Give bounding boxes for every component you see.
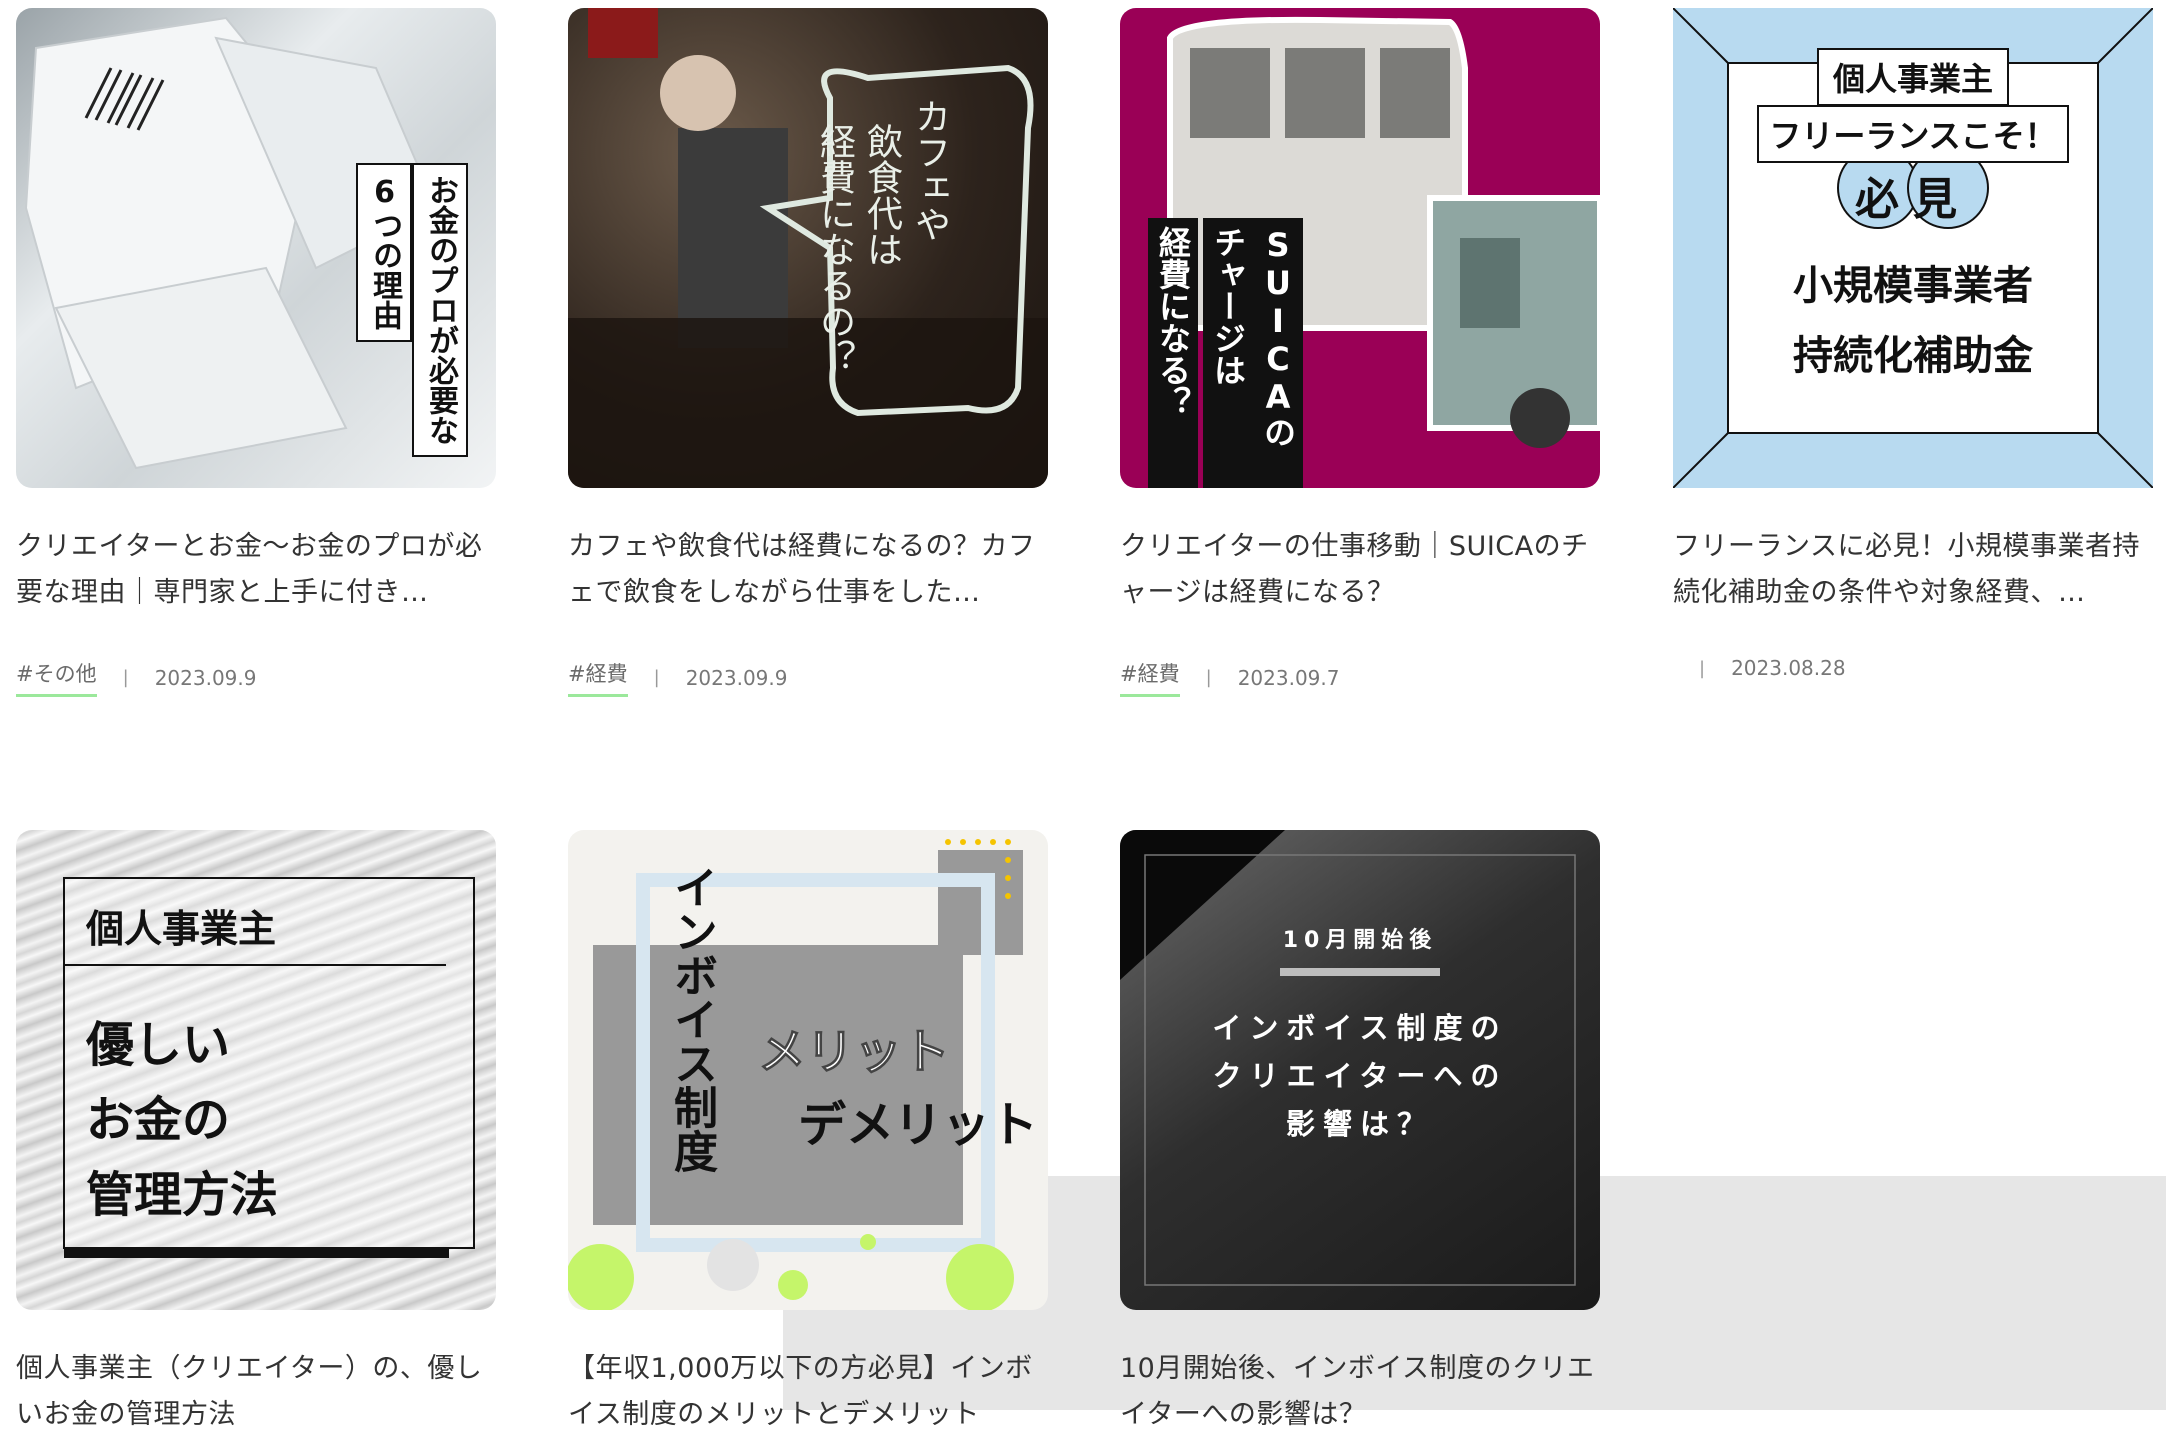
article-title[interactable]: フリーランスに必見！小規模事業者持続化補助金の条件や対象経費、…	[1673, 524, 2153, 616]
thumb-text: 持続化補助金	[1793, 333, 2033, 379]
post-date: 2023.09.9	[154, 665, 257, 690]
thumb-text: SUICAの	[1253, 218, 1303, 488]
thumb-text: 個人事業主	[86, 907, 277, 951]
article-card[interactable]: インボイス制度 メリット デメリット 【年収1,000万以下の方必見】インボイス…	[568, 830, 1048, 1438]
thumb-text: 小規模事業者	[1793, 263, 2033, 309]
tag-link[interactable]: #その他	[16, 658, 97, 697]
post-date: 2023.09.9	[685, 665, 788, 690]
thumb-text: 管理方法	[86, 1167, 279, 1223]
tag-link[interactable]: #経費	[568, 658, 628, 697]
thumb-text: クリエイターへの	[1212, 1059, 1508, 1093]
article-title[interactable]: クリエイターとお金〜お金のプロが必要な理由｜専門家と上手に付き…	[16, 524, 496, 616]
article-title[interactable]: 個人事業主（クリエイター）の、優しいお金の管理方法	[16, 1346, 496, 1438]
article-title[interactable]: 【年収1,000万以下の方必見】インボイス制度のメリットとデメリット	[568, 1346, 1048, 1438]
thumb-text: 経費になるの？	[814, 123, 855, 375]
article-thumbnail[interactable]: インボイス制度 メリット デメリット	[568, 830, 1048, 1310]
thumb-text: 10月開始後	[1282, 928, 1438, 953]
separator: |	[653, 667, 660, 688]
article-card[interactable]: SUICAの チャージは 経費になる？ クリエイターの仕事移動｜SUICAのチャ…	[1120, 8, 1600, 697]
thumb-text: お金の	[86, 1092, 231, 1148]
thumb-badge: 必見	[1855, 174, 1971, 225]
thumb-text: カフェや	[909, 98, 950, 242]
thumb-text: 飲食代は	[861, 123, 902, 267]
article-title[interactable]: クリエイターの仕事移動｜SUICAのチャージは経費になる？	[1120, 524, 1600, 616]
separator: |	[1205, 667, 1212, 688]
thumb-text: 優しい	[86, 1017, 231, 1073]
article-thumbnail[interactable]: SUICAの チャージは 経費になる？	[1120, 8, 1600, 488]
article-card[interactable]: 10月開始後 インボイス制度の クリエイターへの 影響は？ 10月開始後、インボ…	[1120, 830, 1600, 1438]
post-date: 2023.09.7	[1237, 665, 1340, 690]
thumb-text: 個人事業主	[1816, 48, 2009, 106]
article-card[interactable]: お金のプロが必要な 6つの理由 クリエイターとお金〜お金のプロが必要な理由｜専門…	[16, 8, 496, 697]
article-title[interactable]: カフェや飲食代は経費になるの？カフェで飲食をしながら仕事をした…	[568, 524, 1048, 616]
thumb-text: 6つの理由	[356, 163, 412, 342]
thumb-text: フリーランスこそ！	[1757, 105, 2069, 163]
separator: |	[122, 667, 129, 688]
thumb-text: 経費になる？	[1148, 218, 1198, 488]
article-card[interactable]: カフェや 飲食代は 経費になるの？ カフェや飲食代は経費になるの？カフェで飲食を…	[568, 8, 1048, 697]
thumb-text: お金のプロが必要な	[412, 163, 468, 457]
thumb-text: 影響は？	[1285, 1107, 1434, 1141]
article-thumbnail[interactable]: 10月開始後 インボイス制度の クリエイターへの 影響は？	[1120, 830, 1600, 1310]
thumb-text: メリット	[757, 1024, 951, 1081]
article-thumbnail[interactable]: カフェや 飲食代は 経費になるの？	[568, 8, 1048, 488]
thumb-text: デメリット	[798, 1097, 1039, 1153]
article-card[interactable]: 個人事業主 優しい お金の 管理方法 個人事業主（クリエイター）の、優しいお金の…	[16, 830, 496, 1438]
tag-link[interactable]: #経費	[1120, 658, 1180, 697]
post-date: 2023.08.28	[1731, 656, 1846, 680]
article-card[interactable]: 個人事業主 フリーランスこそ！ 必見 小規模事業者 持続化補助金 フリーランスに…	[1673, 8, 2153, 680]
thumb-text: インボイス制度の	[1212, 1011, 1508, 1045]
article-thumbnail[interactable]: 個人事業主 フリーランスこそ！ 必見 小規模事業者 持続化補助金	[1673, 8, 2153, 488]
article-title[interactable]: 10月開始後、インボイス制度のクリエイターへの影響は？	[1120, 1346, 1600, 1438]
article-thumbnail[interactable]: 個人事業主 優しい お金の 管理方法	[16, 830, 496, 1310]
separator: |	[1699, 657, 1706, 679]
thumb-text: チャージは	[1203, 218, 1253, 488]
article-thumbnail[interactable]: お金のプロが必要な 6つの理由	[16, 8, 496, 488]
thumb-text: インボイス制度	[666, 865, 717, 1173]
